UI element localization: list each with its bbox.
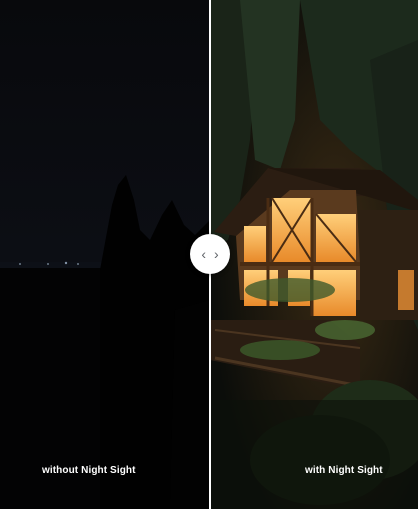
before-caption: without Night Sight — [42, 465, 136, 476]
after-image-pane — [210, 0, 418, 509]
chevron-right-icon: › — [214, 246, 219, 262]
dark-night-photo — [0, 0, 210, 509]
image-comparison-slider[interactable]: ‹ › without Night Sight with Night Sight — [0, 0, 418, 509]
after-caption: with Night Sight — [305, 465, 383, 476]
before-image-pane — [0, 0, 210, 509]
night-sight-photo — [210, 0, 418, 509]
slider-handle[interactable]: ‹ › — [190, 234, 230, 274]
chevron-left-icon: ‹ — [201, 246, 206, 262]
